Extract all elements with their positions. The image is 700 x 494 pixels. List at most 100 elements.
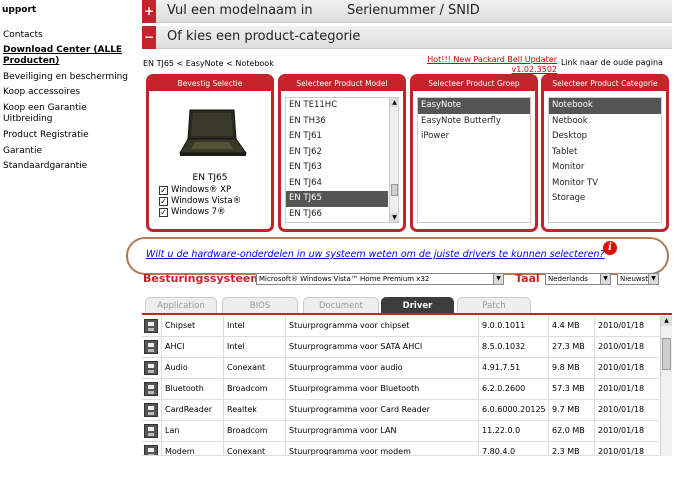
table-row[interactable]: CardReader Realtek Stuurprogramma voor C… — [142, 400, 659, 421]
sidebar-item-warranty[interactable]: Garantie — [3, 146, 138, 157]
list-item[interactable]: EN TJ62 — [286, 145, 388, 161]
driver-version: 6.2.0.2600 — [478, 379, 548, 399]
product-group-list[interactable]: EasyNote EasyNote Butterfly iPower — [417, 97, 531, 223]
list-item-selected[interactable]: EasyNote — [418, 98, 530, 114]
table-row[interactable]: AHCI Intel Stuurprogramma voor SATA AHCI… — [142, 337, 659, 358]
list-item[interactable]: Monitor — [549, 160, 661, 176]
chevron-down-icon[interactable]: ▼ — [600, 274, 610, 284]
download-icon[interactable] — [144, 382, 158, 396]
os-xp-row[interactable]: ✓ Windows® XP — [159, 185, 231, 196]
product-model-title: Selecteer Product Model — [281, 77, 403, 91]
sidebar-item-accessories[interactable]: Koop accessoires — [3, 87, 138, 98]
product-category-list[interactable]: Notebook Netbook Desktop Tablet Monitor … — [548, 97, 662, 223]
driver-table: Chipset Intel Stuurprogramma voor chipse… — [142, 316, 659, 456]
model-list-scrollbar[interactable]: ▲ ▼ — [389, 98, 399, 222]
sidebar-item-download-center[interactable]: Download Center (ALLE Producten) — [3, 45, 138, 67]
list-item-selected[interactable]: Notebook — [549, 98, 661, 114]
driver-vendor: Conexant — [223, 442, 285, 455]
checkbox-checked-icon[interactable]: ✓ — [159, 197, 168, 206]
list-item[interactable]: EN TJ66 — [286, 207, 388, 223]
expand-icon[interactable]: + — [142, 0, 156, 23]
driver-size: 57.3 MB — [548, 379, 594, 399]
download-icon[interactable] — [144, 361, 158, 375]
list-item[interactable]: EN TE11HC — [286, 98, 388, 114]
list-item[interactable]: EN TH36 — [286, 114, 388, 130]
list-item[interactable]: Tablet — [549, 145, 661, 161]
os-vista-row[interactable]: ✓ Windows Vista® — [159, 196, 241, 207]
scroll-down-icon[interactable]: ▼ — [390, 213, 399, 222]
download-icon[interactable] — [144, 445, 158, 455]
checkbox-checked-icon[interactable]: ✓ — [159, 208, 168, 217]
driver-vendor: Broadcom — [223, 421, 285, 441]
product-category-bar[interactable]: − Of kies een product-categorie — [142, 26, 672, 49]
driver-description: Stuurprogramma voor LAN — [285, 421, 478, 441]
download-icon[interactable] — [144, 424, 158, 438]
sidebar-item-contacts[interactable]: Contacts — [3, 30, 138, 41]
sidebar-item-standard-warranty[interactable]: Standaardgarantie — [3, 161, 138, 172]
download-icon[interactable] — [144, 403, 158, 417]
old-page-link[interactable]: Link naar de oude pagina — [561, 58, 663, 67]
selected-model-name: EN TJ65 — [192, 173, 228, 183]
driver-description: Stuurprogramma voor audio — [285, 358, 478, 378]
table-row[interactable]: Bluetooth Broadcom Stuurprogramma voor B… — [142, 379, 659, 400]
driver-name: CardReader — [161, 400, 223, 420]
sidebar-item-warranty-extension[interactable]: Koop een Garantie Uitbreiding — [3, 103, 138, 125]
laptop-image — [179, 109, 247, 156]
driver-description: Stuurprogramma voor chipset — [285, 316, 478, 336]
list-item[interactable]: EasyNote Butterfly — [418, 114, 530, 130]
driver-version: 8.5.0.1032 — [478, 337, 548, 357]
scroll-thumb[interactable] — [391, 184, 398, 196]
list-item[interactable]: Desktop — [549, 129, 661, 145]
driver-name: Bluetooth — [161, 379, 223, 399]
chevron-down-icon[interactable]: ▼ — [648, 274, 658, 284]
driver-version: 11.22.0.0 — [478, 421, 548, 441]
collapse-icon[interactable]: − — [142, 26, 156, 49]
sidebar-item-product-registration[interactable]: Product Registratie — [3, 130, 138, 141]
driver-vendor: Intel — [223, 337, 285, 357]
tab-bios[interactable]: BIOS — [222, 297, 298, 314]
checkbox-checked-icon[interactable]: ✓ — [159, 186, 168, 195]
os-win7-row[interactable]: ✓ Windows 7® — [159, 207, 226, 218]
os-select[interactable]: Microsoft® Windows Vista™ Home Premium x… — [256, 273, 504, 285]
list-item[interactable]: EN TJ63 — [286, 160, 388, 176]
hardware-detect-link[interactable]: Wilt u de hardware-onderdelen in uw syst… — [146, 249, 605, 260]
info-icon[interactable]: i — [603, 241, 617, 255]
product-model-list[interactable]: EN TE11HC EN TH36 EN TJ61 EN TJ62 EN TJ6… — [285, 97, 399, 223]
list-item[interactable]: EN TJ61 — [286, 129, 388, 145]
tab-driver[interactable]: Driver — [381, 297, 454, 314]
updater-link[interactable]: Hot!!! New Packard Bell Updater v1.02.35… — [420, 55, 557, 75]
driver-version: 6.0.6000.20125 — [478, 400, 548, 420]
tab-document[interactable]: Document — [303, 297, 379, 314]
driver-size: 2.3 MB — [548, 442, 594, 455]
list-item[interactable]: EN TJ64 — [286, 176, 388, 192]
table-row[interactable]: Modem Conexant Stuurprogramma voor modem… — [142, 442, 659, 456]
list-item[interactable]: Netbook — [549, 114, 661, 130]
serial-number-label: Serienummer / SNID — [347, 3, 480, 18]
download-icon[interactable] — [144, 340, 158, 354]
driver-date: 2010/01/18 — [594, 337, 659, 357]
language-select[interactable]: Nederlands ▼ — [545, 273, 611, 285]
table-row[interactable]: Chipset Intel Stuurprogramma voor chipse… — [142, 316, 659, 337]
sort-select[interactable]: Nieuwste ▼ — [617, 273, 659, 285]
tab-application[interactable]: Application — [145, 297, 217, 314]
table-row[interactable]: Audio Conexant Stuurprogramma voor audio… — [142, 358, 659, 379]
driver-description: Stuurprogramma voor Bluetooth — [285, 379, 478, 399]
table-row[interactable]: Lan Broadcom Stuurprogramma voor LAN 11.… — [142, 421, 659, 442]
download-icon[interactable] — [144, 319, 158, 333]
driver-version: 9.0.0.1011 — [478, 316, 548, 336]
breadcrumb: EN TJ65 < EasyNote < Notebook — [143, 59, 274, 68]
scroll-up-icon[interactable]: ▲ — [661, 316, 672, 326]
scroll-up-icon[interactable]: ▲ — [390, 98, 399, 107]
model-name-bar[interactable]: + Vul een modelnaam in Serienummer / SNI… — [142, 0, 672, 23]
list-item[interactable]: Monitor TV — [549, 176, 661, 192]
tab-patch[interactable]: Patch — [457, 297, 531, 314]
list-item-selected[interactable]: EN TJ65 — [286, 191, 388, 207]
list-item[interactable]: Storage — [549, 191, 661, 207]
list-item[interactable]: iPower — [418, 129, 530, 145]
driver-table-scrollbar[interactable]: ▲ — [660, 316, 672, 456]
chevron-down-icon[interactable]: ▼ — [493, 274, 503, 284]
scroll-thumb[interactable] — [662, 338, 671, 370]
driver-name: Chipset — [161, 316, 223, 336]
sidebar-item-security[interactable]: Beveiliging en bescherming — [3, 72, 138, 83]
driver-name: AHCI — [161, 337, 223, 357]
